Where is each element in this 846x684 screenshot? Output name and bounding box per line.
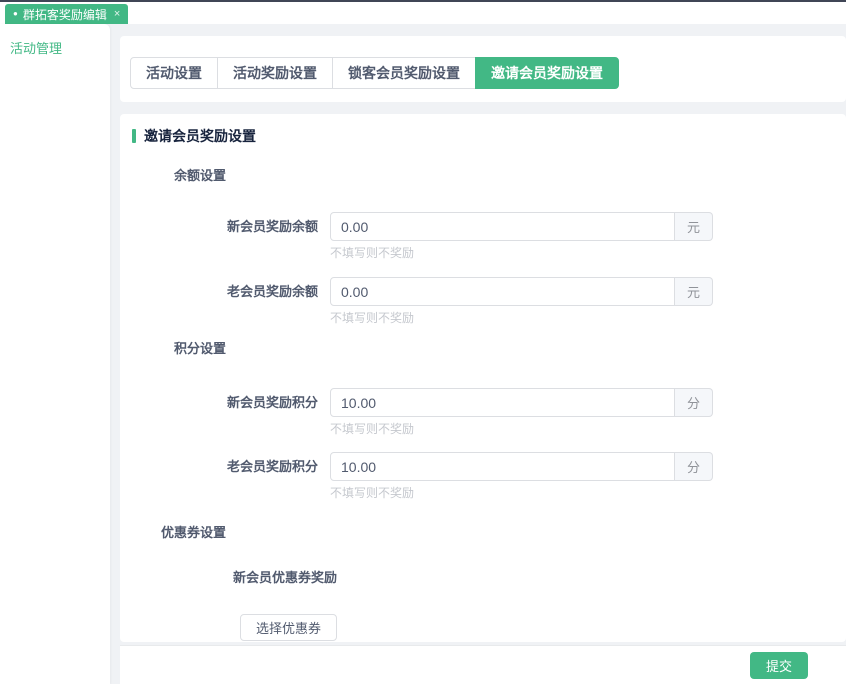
old-member-balance-input[interactable] <box>330 277 675 306</box>
unit-addon-yuan: 元 <box>675 277 713 306</box>
close-icon[interactable]: × <box>114 8 120 20</box>
section-header: 邀请会员奖励设置 <box>132 128 846 144</box>
sidebar: 活动管理 <box>0 24 110 684</box>
settings-tab-group: 活动设置 活动奖励设置 锁客会员奖励设置 邀请会员奖励设置 <box>130 57 846 89</box>
field-hint: 不填写则不奖励 <box>330 486 846 500</box>
footer-bar: 提交 <box>120 645 846 684</box>
tab-lock-member-reward-settings[interactable]: 锁客会员奖励设置 <box>332 57 476 89</box>
field-label-new-member-coupon: 新会员优惠券奖励 <box>233 571 846 585</box>
input-group: 分 <box>330 452 713 481</box>
group-label-points: 积分设置 <box>120 341 226 357</box>
unit-addon-points: 分 <box>675 388 713 417</box>
field-label-old-member-points: 老会员奖励积分 <box>120 452 330 481</box>
form-row: 老会员奖励余额 元 <box>120 277 846 306</box>
field-hint: 不填写则不奖励 <box>330 311 846 325</box>
field-hint: 不填写则不奖励 <box>330 246 846 260</box>
form-card: 邀请会员奖励设置 余额设置 新会员奖励余额 元 不填写则不奖励 老会员奖励余额 … <box>120 114 846 642</box>
open-page-tab[interactable]: ● 群拓客奖励编辑 × <box>5 4 128 24</box>
old-member-points-input[interactable] <box>330 452 675 481</box>
page-tab-label: 群拓客奖励编辑 <box>23 6 107 23</box>
main-content: 活动设置 活动奖励设置 锁客会员奖励设置 邀请会员奖励设置 邀请会员奖励设置 余… <box>120 24 846 642</box>
new-member-balance-input[interactable] <box>330 212 675 241</box>
input-group: 元 <box>330 277 713 306</box>
form-row: 老会员奖励积分 分 <box>120 452 846 481</box>
field-label-new-member-balance: 新会员奖励余额 <box>120 212 330 241</box>
group-label-coupon: 优惠券设置 <box>120 525 226 541</box>
tab-activity-reward-settings[interactable]: 活动奖励设置 <box>217 57 333 89</box>
select-coupon-button[interactable]: 选择优惠券 <box>240 614 337 641</box>
input-group: 分 <box>330 388 713 417</box>
field-hint: 不填写则不奖励 <box>330 422 846 436</box>
group-label-balance: 余额设置 <box>120 168 226 184</box>
submit-button[interactable]: 提交 <box>750 652 808 679</box>
tab-invite-member-reward-settings[interactable]: 邀请会员奖励设置 <box>475 57 619 89</box>
section-accent-bar <box>132 129 136 143</box>
tab-activity-settings[interactable]: 活动设置 <box>130 57 218 89</box>
unit-addon-yuan: 元 <box>675 212 713 241</box>
page-tab-bar: ● 群拓客奖励编辑 × <box>0 0 846 24</box>
active-dot-icon: ● <box>13 10 18 18</box>
field-label-old-member-balance: 老会员奖励余额 <box>120 277 330 306</box>
sidebar-item-activity-management[interactable]: 活动管理 <box>0 24 110 71</box>
input-group: 元 <box>330 212 713 241</box>
form-row: 新会员奖励积分 分 <box>120 388 846 417</box>
tabs-card: 活动设置 活动奖励设置 锁客会员奖励设置 邀请会员奖励设置 <box>120 36 846 102</box>
unit-addon-points: 分 <box>675 452 713 481</box>
section-title-text: 邀请会员奖励设置 <box>144 128 256 144</box>
form-row: 新会员奖励余额 元 <box>120 212 846 241</box>
new-member-points-input[interactable] <box>330 388 675 417</box>
field-label-new-member-points: 新会员奖励积分 <box>120 388 330 417</box>
